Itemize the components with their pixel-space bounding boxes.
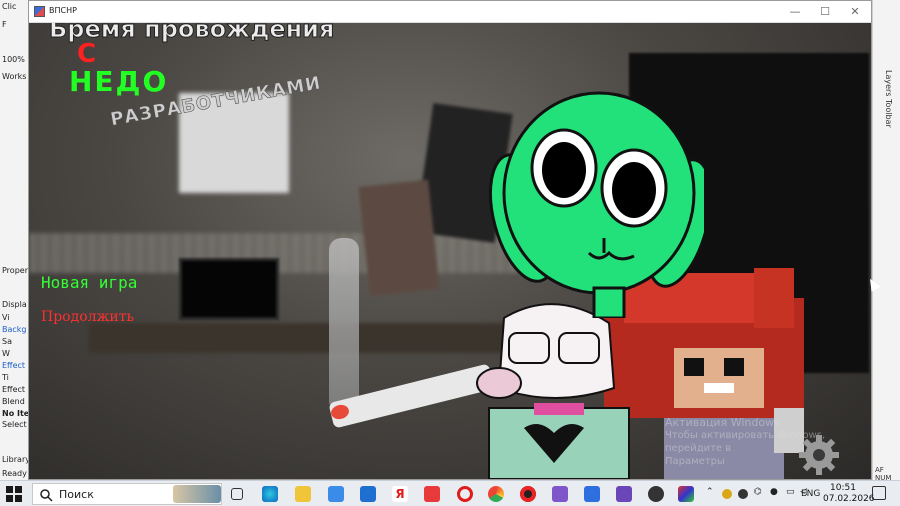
mic-icon[interactable]: ● bbox=[770, 487, 778, 497]
obs-icon[interactable] bbox=[648, 486, 664, 502]
game-scene: Бремя провождения С НЕДО РАЗРАБОТЧИКАМИ … bbox=[29, 23, 871, 479]
poster-background bbox=[358, 179, 440, 297]
search-placeholder: Поиск bbox=[59, 488, 94, 501]
watermark-line: Активация Windows bbox=[665, 416, 780, 429]
bg-label: F bbox=[2, 20, 7, 29]
game-icon[interactable] bbox=[678, 486, 694, 502]
goat-character bbox=[476, 303, 630, 479]
monitor bbox=[179, 258, 279, 320]
app-icon bbox=[34, 6, 45, 17]
taskbar: Поиск Я ⌃ ⌬ ● ▭ ◁ ENG 10:51 07.02.2026 bbox=[0, 480, 900, 506]
bg-label: 100% bbox=[2, 55, 25, 64]
bg-label: Ready bbox=[2, 469, 27, 478]
bg-label: Clic bbox=[2, 2, 17, 11]
notification-icon[interactable] bbox=[872, 486, 886, 500]
minimize-button[interactable]: — bbox=[781, 4, 809, 20]
taskbar-search[interactable]: Поиск bbox=[32, 483, 222, 505]
tray-app-icon-2[interactable] bbox=[738, 489, 748, 499]
bg-label: Backg bbox=[2, 325, 27, 334]
store-icon[interactable] bbox=[328, 486, 344, 502]
language-indicator[interactable]: ENG bbox=[801, 489, 820, 499]
folder-icon[interactable] bbox=[295, 486, 311, 502]
bg-label: Select bbox=[2, 420, 27, 429]
search-highlight-image bbox=[173, 485, 221, 503]
background-left-panel: Clic F 100% Works Proper Displa Vi Backg… bbox=[0, 0, 30, 480]
chrome-icon[interactable] bbox=[488, 486, 504, 502]
bg-label: No Ite bbox=[2, 409, 30, 418]
bg-label: Ti bbox=[2, 373, 9, 382]
task-view-icon[interactable] bbox=[231, 488, 243, 500]
clock-date: 07.02.2026 bbox=[823, 494, 875, 504]
windows-start-icon[interactable] bbox=[6, 486, 22, 502]
bg-label: Works bbox=[2, 72, 27, 81]
maximize-button[interactable]: ☐ bbox=[811, 4, 839, 20]
bg-label: Effect bbox=[2, 361, 26, 370]
settings-gear-icon[interactable] bbox=[797, 433, 841, 477]
mail-icon[interactable] bbox=[360, 486, 376, 502]
bg-label: Blend bbox=[2, 397, 25, 406]
smoke bbox=[329, 238, 359, 413]
bg-label: Displa bbox=[2, 300, 27, 309]
green-rabbit-character bbox=[488, 91, 704, 318]
clock-time: 10:51 bbox=[830, 483, 856, 493]
wifi-icon[interactable]: ⌬ bbox=[754, 487, 762, 497]
close-button[interactable]: ✕ bbox=[841, 4, 869, 20]
app-icon[interactable] bbox=[552, 486, 568, 502]
wps-icon[interactable] bbox=[424, 486, 440, 502]
bg-label: Effect bbox=[2, 385, 26, 394]
game-titlebar[interactable]: ВПСНР — ☐ ✕ bbox=[29, 1, 871, 23]
background-right-panel: Layers Toolbar AF NUM bbox=[872, 0, 900, 482]
app-icon-2[interactable] bbox=[616, 486, 632, 502]
bg-label: Sa bbox=[2, 337, 12, 346]
game-window: ВПСНР — ☐ ✕ Бремя провождения С НЕДО РАЗ… bbox=[28, 0, 872, 480]
yandex-icon[interactable]: Я bbox=[392, 486, 408, 502]
tray-app-icon[interactable] bbox=[722, 489, 732, 499]
new-game-button[interactable]: Новая игра bbox=[41, 273, 137, 292]
network-icon[interactable]: ▭ bbox=[786, 487, 795, 497]
layers-toolbar-label: Layers Toolbar bbox=[884, 70, 893, 128]
game-title-line3: НЕДО bbox=[69, 65, 169, 98]
bg-label: W bbox=[2, 349, 10, 358]
bg-label: Proper bbox=[2, 266, 28, 275]
bg-label: Vi bbox=[2, 313, 10, 322]
edge-icon[interactable] bbox=[262, 486, 278, 502]
chevron-up-icon[interactable]: ⌃ bbox=[706, 487, 714, 497]
continue-button[interactable]: Продолжить bbox=[41, 309, 134, 325]
bg-label: Library bbox=[2, 455, 30, 464]
search-icon bbox=[40, 489, 53, 502]
system-clock[interactable]: 10:51 07.02.2026 bbox=[823, 483, 875, 505]
record-icon[interactable] bbox=[520, 486, 536, 502]
window-title: ВПСНР bbox=[49, 6, 77, 15]
opera-icon[interactable] bbox=[457, 486, 473, 502]
bolt-icon[interactable] bbox=[584, 486, 600, 502]
